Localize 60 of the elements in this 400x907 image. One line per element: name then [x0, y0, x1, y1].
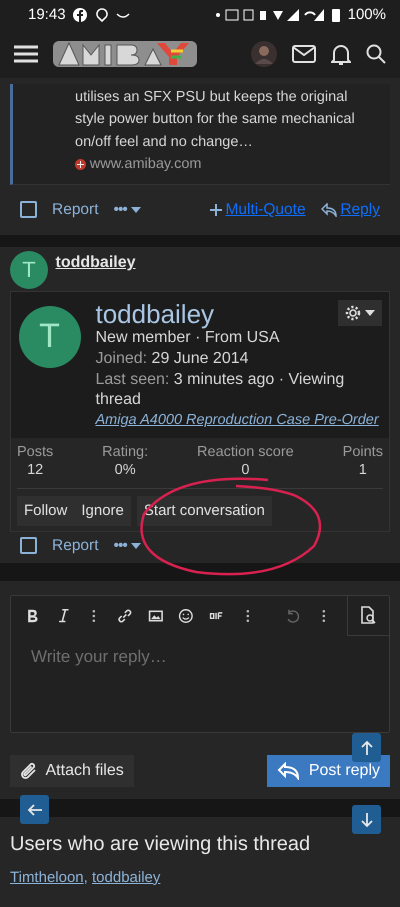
gear-icon: [344, 304, 361, 320]
mail-icon[interactable]: [292, 45, 316, 63]
logo-drawing[interactable]: [53, 39, 197, 69]
reply-icon: [320, 202, 337, 217]
ignore-button[interactable]: Ignore: [74, 496, 131, 526]
member-subtitle: New member · From USA: [96, 328, 281, 348]
separator-text: ,: [84, 868, 88, 886]
battery-icon: [332, 8, 340, 22]
reply-editor[interactable]: Write your reply…: [10, 594, 390, 733]
plus-icon: [210, 204, 222, 216]
stat-label: Posts: [17, 442, 54, 462]
menu-icon[interactable]: [14, 45, 38, 63]
joined-text: Joined: 29 June 2014: [96, 348, 250, 369]
member-name[interactable]: toddbailey: [96, 300, 214, 328]
facebook-icon: [73, 8, 88, 22]
settings-button[interactable]: [338, 300, 382, 326]
paperclip-icon: [20, 761, 38, 782]
source-link[interactable]: www.amibay.com: [90, 153, 202, 176]
more-menu[interactable]: •••: [114, 534, 141, 558]
bell-icon[interactable]: [331, 43, 351, 65]
report-link[interactable]: Report: [52, 198, 99, 222]
scroll-up-button[interactable]: [352, 733, 381, 762]
stat-label: Points: [342, 442, 383, 462]
search-icon[interactable]: [366, 44, 386, 64]
stat-value: 1: [358, 461, 368, 480]
wave-icon: [116, 11, 130, 19]
user-link[interactable]: toddbailey: [92, 868, 160, 886]
caret-icon: [364, 310, 374, 316]
arrow-icon: [358, 740, 374, 756]
site-icon: [75, 159, 86, 170]
caret-icon: [130, 206, 141, 213]
last-seen-text: Last seen: 3 minutes ago · Viewing thread Amiga A4000 Reproduction Case Pre-Order: [96, 370, 382, 430]
attach-files-button[interactable]: Attach files: [10, 755, 134, 788]
clock-text: 19:43: [28, 4, 66, 25]
preview-icon[interactable]: [358, 605, 378, 626]
checkbox[interactable]: [20, 201, 37, 218]
username-link[interactable]: toddbailey: [56, 250, 136, 275]
more-menu[interactable]: •••: [114, 198, 141, 222]
stat-value: 0: [240, 461, 250, 480]
stat-label: Rating:: [102, 442, 148, 462]
caret-icon: [130, 542, 141, 549]
thread-link[interactable]: Amiga A4000 Reproduction Case Pre-Order: [96, 411, 382, 430]
stat-value: 12: [26, 461, 44, 480]
avatar-icon[interactable]: [251, 41, 277, 67]
follow-button[interactable]: Follow: [17, 496, 74, 526]
arrow-icon: [358, 812, 374, 828]
stat-label: Reaction score: [197, 442, 294, 462]
user-link[interactable]: Timtheloon: [10, 868, 84, 886]
arrow-icon: [26, 802, 42, 818]
report-link[interactable]: Report: [52, 534, 99, 558]
back-button[interactable]: [20, 795, 49, 824]
checkbox[interactable]: [20, 537, 37, 554]
post-reply-button[interactable]: Post reply: [267, 755, 390, 788]
stat-value: 0%: [114, 461, 137, 480]
reply-field[interactable]: Write your reply…: [11, 636, 389, 732]
quote-text: utilises an SFX PSU but keeps the original style power button for the same mechanical on/off feel and no change…: [75, 88, 356, 152]
battery-text: 100%: [348, 4, 386, 25]
section-title: Users who are viewing this thread: [10, 832, 312, 858]
scroll-down-button[interactable]: [352, 805, 381, 834]
reply-icon: [277, 762, 302, 780]
